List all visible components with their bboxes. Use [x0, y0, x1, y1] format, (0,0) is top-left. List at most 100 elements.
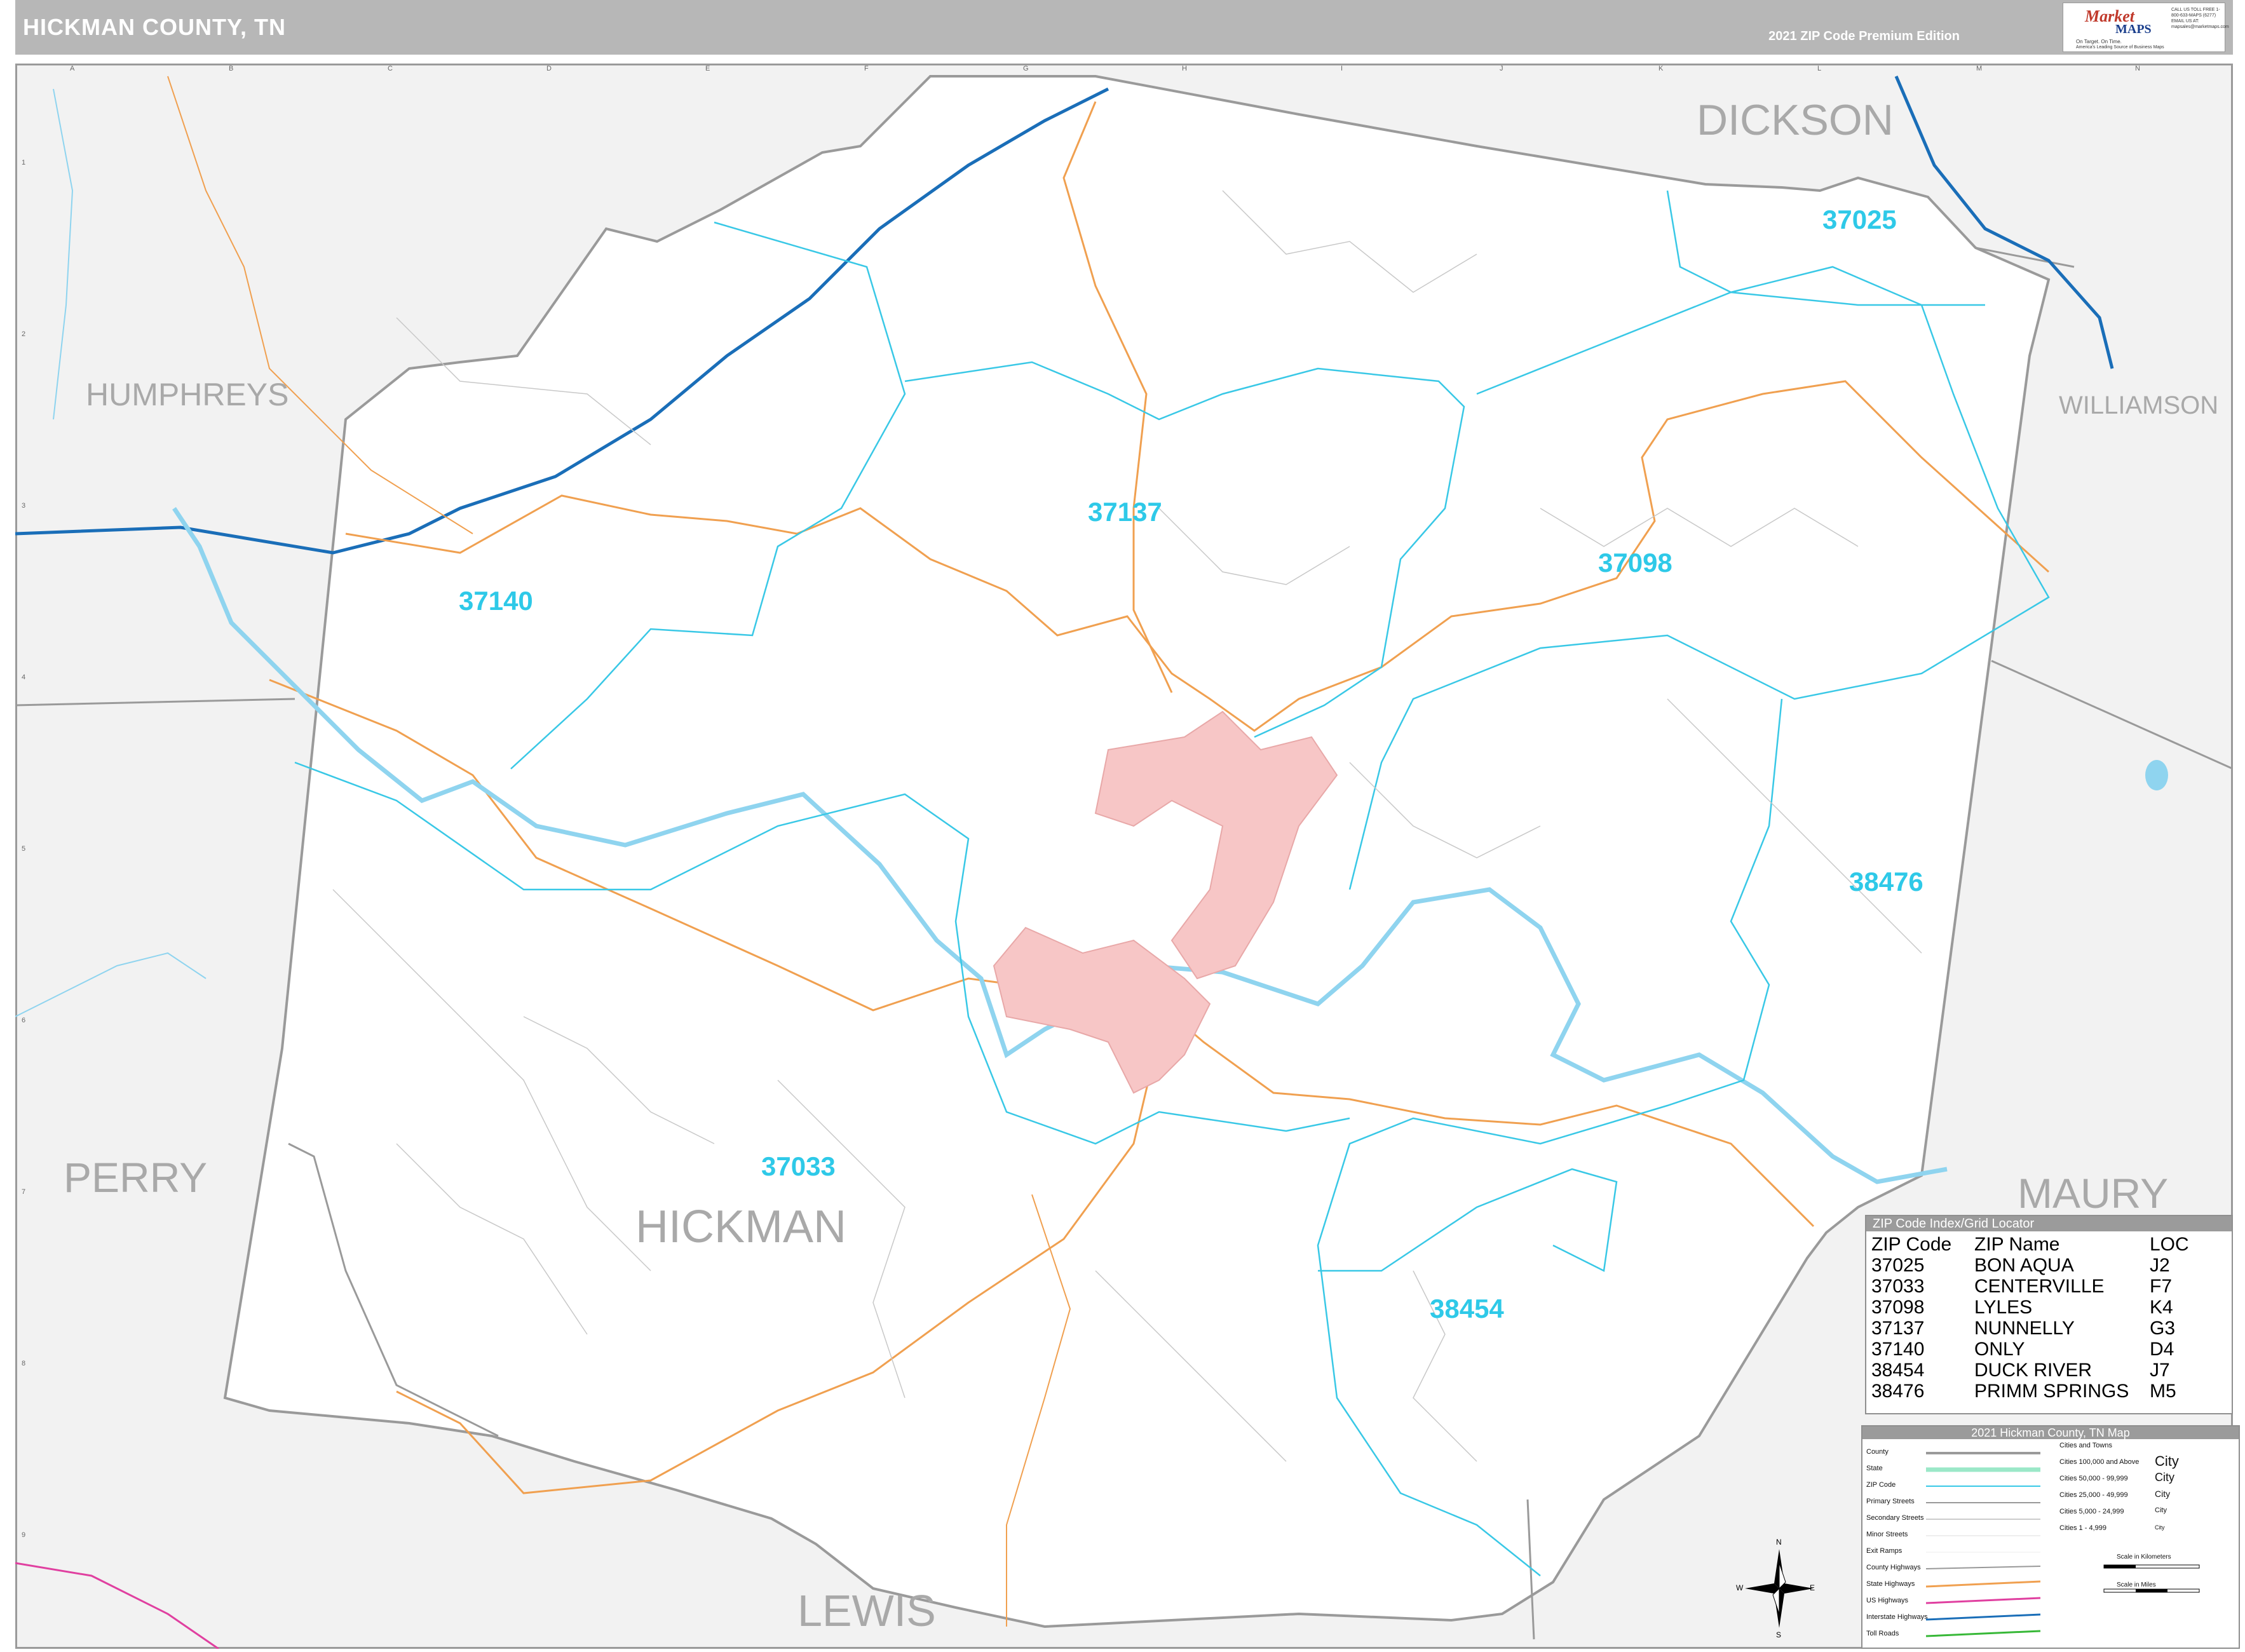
grid-letter-n: N	[2135, 65, 2140, 72]
county-label-lewis: LEWIS	[797, 1586, 936, 1635]
legend-item-county-hwy: County Highways	[1866, 1564, 1921, 1571]
county-label-perry: PERRY	[64, 1154, 208, 1201]
legend-swatch-us-hwy	[1926, 1597, 2041, 1604]
grid-number-3: 3	[22, 502, 26, 510]
county-label-williamson: WILLIAMSON	[2059, 391, 2219, 419]
grid-letter-m: M	[1976, 65, 1983, 72]
legend-item-interstate: Interstate Highways	[1866, 1613, 1928, 1621]
legend-item-state: State	[1866, 1465, 1883, 1472]
zip-label-37025: 37025	[1822, 205, 1897, 234]
grid-letter-d: D	[546, 65, 552, 72]
water-body-east	[2145, 760, 2168, 790]
legend-cities-header: Cities and Towns	[2059, 1442, 2112, 1449]
us-highway-sw	[15, 1562, 219, 1649]
grid-letter-g: G	[1023, 65, 1029, 72]
compass-n: N	[1776, 1538, 1782, 1547]
header-bar: HICKMAN COUNTY, TN 2021 ZIP Code Premium…	[15, 0, 2233, 55]
legend-item-us-hwy: US Highways	[1866, 1597, 1909, 1604]
legend-swatch-state-hwy	[1926, 1580, 2041, 1588]
zip-index-grid: ZIP Code ZIP Name LOC 37025 BON AQUA J2 …	[1871, 1234, 2220, 1402]
grid-number-2: 2	[22, 330, 26, 338]
scale-bar-km-fill	[2104, 1565, 2136, 1568]
legend-city-sample-4: City	[2155, 1506, 2167, 1514]
zip-index-loc: G3	[2150, 1318, 2176, 1339]
grid-letter-i: I	[1341, 65, 1343, 72]
zip-index-name: ONLY	[1974, 1339, 2025, 1360]
zip-index-row: 38476 PRIMM SPRINGS M5	[1871, 1381, 2220, 1402]
legend-city-class-1: Cities 100,000 and Above	[2059, 1458, 2140, 1466]
county-label-hickman: HICKMAN	[635, 1202, 847, 1252]
legend-title: 2021 Hickman County, TN Map	[1862, 1426, 2239, 1439]
zip-index-zip: 37025	[1871, 1255, 1925, 1276]
zip-index-loc: F7	[2150, 1276, 2173, 1297]
legend-item-state-hwy: State Highways	[1866, 1580, 1915, 1588]
grid-number-1: 1	[22, 159, 26, 166]
zip-index-row: 37098 LYLES K4	[1871, 1297, 2220, 1318]
legend-item-exit: Exit Ramps	[1866, 1547, 1902, 1555]
grid-number-6: 6	[22, 1017, 26, 1024]
zip-index-loc: K4	[2150, 1297, 2173, 1318]
logo-tagline: On Target. On Time.	[2076, 39, 2122, 44]
county-label-dickson: DICKSON	[1697, 96, 1894, 144]
legend-swatches	[1926, 1452, 2041, 1637]
legend-city-sample-1: City	[2155, 1453, 2179, 1469]
zip-index-name: BON AQUA	[1974, 1255, 2074, 1276]
market-maps-logo: Market MAPS On Target. On Time. America'…	[2063, 3, 2229, 52]
compass-needle	[1779, 1583, 1814, 1594]
zip-index-zip: 37137	[1871, 1318, 1925, 1339]
legend-item-secondary: Secondary Streets	[1866, 1514, 1924, 1522]
legend-swatch-toll	[1926, 1630, 2041, 1637]
legend-item-minor: Minor Streets	[1866, 1531, 1908, 1538]
zip-label-37140: 37140	[459, 586, 533, 616]
compass-w: W	[1736, 1583, 1744, 1592]
compass-rose-icon: N S E W	[1736, 1538, 1817, 1639]
zip-index-row: 37140 ONLY D4	[1871, 1339, 2220, 1360]
scale-bar-mi-fill	[2136, 1589, 2167, 1592]
zip-label-37033: 37033	[761, 1151, 836, 1181]
zip-index-header-zip: ZIP Code	[1871, 1234, 1952, 1255]
legend-item-primary: Primary Streets	[1866, 1498, 1915, 1505]
stream-perry	[15, 952, 207, 1017]
zip-index-loc: J2	[2150, 1255, 2170, 1276]
zip-label-38476: 38476	[1849, 867, 1923, 897]
legend-swatch-county-hwy	[1926, 1566, 2041, 1569]
page-title: HICKMAN COUNTY, TN	[23, 14, 286, 40]
grid-letter-j: J	[1500, 65, 1503, 72]
legend-city-class-2: Cities 50,000 - 99,999	[2059, 1475, 2128, 1482]
legend-city-class-5: Cities 1 - 4,999	[2059, 1524, 2106, 1532]
zip-index-name: PRIMM SPRINGS	[1974, 1381, 2129, 1402]
legend-city-sample-2: City	[2155, 1471, 2174, 1484]
zip-label-37098: 37098	[1598, 548, 1672, 578]
county-label-humphreys: HUMPHREYS	[86, 377, 289, 412]
grid-number-4: 4	[22, 674, 26, 681]
hickman-county-area	[223, 75, 2051, 1628]
zip-index-zip: 38454	[1871, 1360, 1925, 1381]
legend-scale-bars	[2103, 1564, 2200, 1593]
zip-index-name: NUNNELLY	[1974, 1318, 2075, 1339]
logo-contact: CALL US TOLL FREE 1-800-633-MAPS (6277) …	[2171, 8, 2229, 29]
zip-label-37137: 37137	[1088, 497, 1162, 527]
compass-needle	[1745, 1583, 1779, 1594]
zip-index-zip: 37140	[1871, 1339, 1925, 1360]
grid-number-7: 7	[22, 1188, 26, 1196]
logo-tagline-2: America's Leading Source of Business Map…	[2076, 45, 2164, 50]
compass-s: S	[1776, 1630, 1782, 1639]
zip-index-zip: 38476	[1871, 1381, 1925, 1402]
legend-city-sample-3: City	[2155, 1489, 2171, 1499]
legend-swatch-interstate	[1926, 1613, 2041, 1621]
legend-city-class-4: Cities 5,000 - 24,999	[2059, 1508, 2124, 1515]
grid-letter-a: A	[70, 65, 75, 72]
logo-brand-maps: MAPS	[2115, 22, 2152, 36]
zip-index-row: 37137 NUNNELLY G3	[1871, 1318, 2220, 1339]
zip-index-loc: M5	[2150, 1381, 2176, 1402]
grid-letter-e: E	[705, 65, 710, 72]
zip-index-row: 37025 BON AQUA J2	[1871, 1255, 2220, 1276]
zip-index-name: LYLES	[1974, 1297, 2033, 1318]
legend-item-zip: ZIP Code	[1866, 1481, 1896, 1489]
zip-index-zip: 37033	[1871, 1276, 1925, 1297]
zip-index-zip: 37098	[1871, 1297, 1925, 1318]
zip-index-name: CENTERVILLE	[1974, 1276, 2105, 1297]
grid-letter-h: H	[1182, 65, 1187, 72]
grid-letter-k: K	[1658, 65, 1664, 72]
zip-index-row: 38454 DUCK RIVER J7	[1871, 1360, 2220, 1381]
